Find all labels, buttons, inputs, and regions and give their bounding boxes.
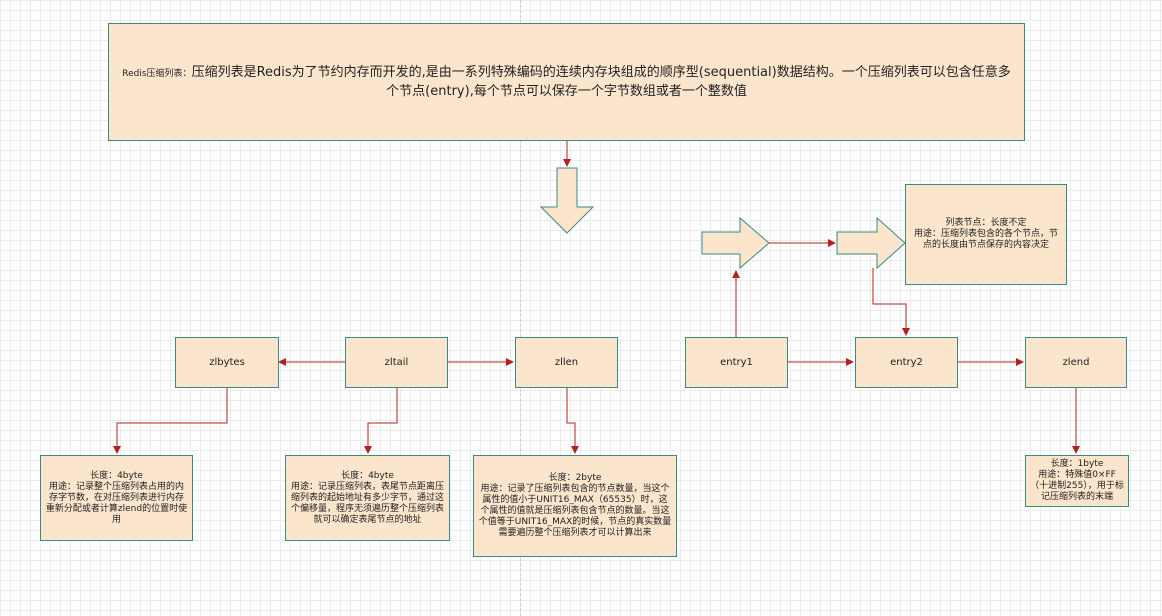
node-entry1-label: entry1 <box>720 357 753 368</box>
connector-arrow2-entry2 <box>872 268 910 336</box>
right-block-arrow-1 <box>701 216 770 270</box>
right-block-arrow-2 <box>836 216 906 270</box>
node-zllen: zllen <box>515 337 618 388</box>
down-block-arrow <box>539 167 595 234</box>
node-zlend: zlend <box>1025 337 1127 388</box>
node-zlbytes: zlbytes <box>175 337 279 388</box>
connector-zlbytes-desc <box>113 388 228 454</box>
desc-zlend: 长度：1byte 用途：特殊值0×FF（十进制255），用于标记压缩列表的末端 <box>1025 455 1129 507</box>
node-zllen-label: zllen <box>554 357 579 368</box>
node-entry2: entry2 <box>855 337 958 388</box>
node-zltail: zltail <box>345 337 448 388</box>
node-entry2-label: entry2 <box>890 357 923 368</box>
desc-entry: 列表节点：长度不定 用途：压缩列表包含的各个节点，节点的长度由节点保存的内容决定 <box>905 184 1067 285</box>
desc-zllen: 长度：2byte 用途：记录了压缩列表包含的节点数量，当这个属性的值小于UNIT… <box>473 455 677 557</box>
node-entry1: entry1 <box>685 337 788 388</box>
desc-zltail: 长度：4byte 用途：记录压缩列表，表尾节点距离压缩列表的起始地址有多少字节，… <box>285 455 450 541</box>
node-zlend-label: zlend <box>1062 357 1090 368</box>
desc-zlbytes: 长度：4byte 用途：记录整个压缩列表占用的内存字节数，在对压缩列表进行内存重… <box>40 455 193 541</box>
node-zlbytes-label: zlbytes <box>209 357 245 368</box>
desc-zlbytes-text: 长度：4byte 用途：记录整个压缩列表占用的内存字节数，在对压缩列表进行内存重… <box>45 470 188 525</box>
node-zltail-label: zltail <box>384 357 409 368</box>
desc-zllen-text: 长度：2byte 用途：记录了压缩列表包含的节点数量，当这个属性的值小于UNIT… <box>478 473 672 538</box>
desc-entry-text: 列表节点：长度不定 用途：压缩列表包含的各个节点，节点的长度由节点保存的内容决定 <box>913 218 1058 250</box>
desc-zlend-text: 长度：1byte 用途：特殊值0×FF（十进制255），用于标记压缩列表的末端 <box>1030 459 1124 502</box>
desc-zltail-text: 长度：4byte 用途：记录压缩列表，表尾节点距离压缩列表的起始地址有多少字节，… <box>290 470 444 525</box>
connector-zltail-desc <box>364 388 398 454</box>
connector-zllen-desc <box>566 388 579 454</box>
